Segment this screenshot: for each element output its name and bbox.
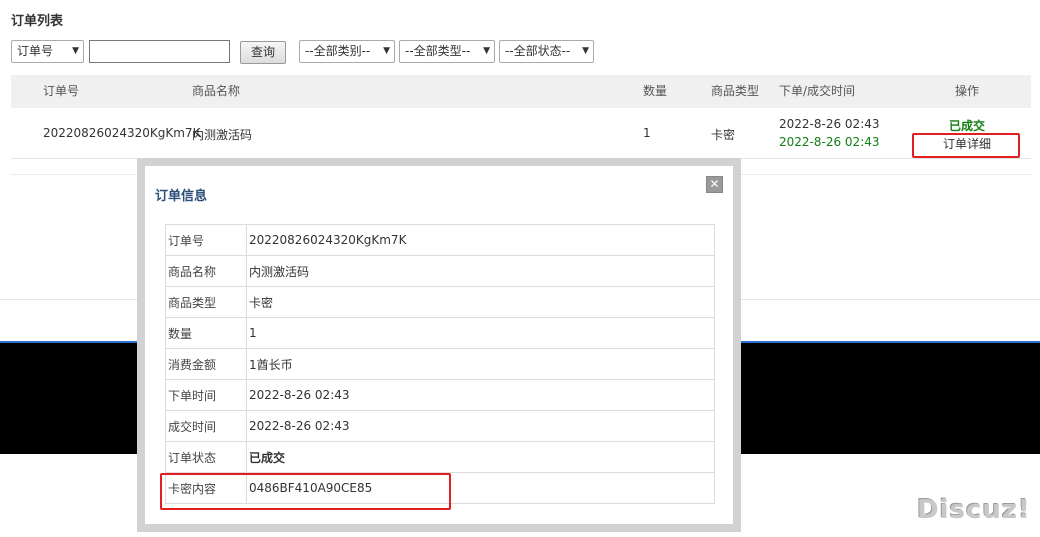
dialog-title: 订单信息 — [155, 189, 208, 204]
query-button[interactable]: 查询 — [240, 41, 286, 64]
cell-quantity: 1 — [643, 126, 651, 140]
info-label: 数量 — [165, 317, 247, 349]
info-row-product-name: 商品名称 内测激活码 — [165, 255, 715, 287]
status-badge: 已成交 — [949, 119, 986, 133]
chevron-down-icon: ▼ — [383, 46, 390, 56]
cell-product-type: 卡密 — [711, 128, 736, 142]
info-value: 2022-8-26 02:43 — [246, 379, 715, 411]
discuz-watermark: Discuz! — [917, 495, 1031, 525]
cell-order-time: 2022-8-26 02:43 — [779, 117, 880, 131]
header-quantity: 数量 — [643, 84, 668, 98]
info-label: 下单时间 — [165, 379, 247, 411]
table-row: 20220826024320KgKm7K 内测激活码 1 卡密 2022-8-2… — [11, 108, 1031, 159]
order-info-table: 订单号 20220826024320KgKm7K 商品名称 内测激活码 商品类型… — [165, 224, 715, 504]
category-select-value: --全部类别-- — [305, 44, 371, 58]
info-label: 订单号 — [165, 224, 247, 256]
search-field-select-value: 订单号 — [17, 44, 54, 58]
info-label: 商品类型 — [165, 286, 247, 318]
info-label: 消费金额 — [165, 348, 247, 380]
status-select-value: --全部状态-- — [505, 44, 571, 58]
info-row-amount: 消费金额 1酋长币 — [165, 348, 715, 380]
info-row-complete-time: 成交时间 2022-8-26 02:43 — [165, 410, 715, 442]
info-value: 内测激活码 — [246, 255, 715, 287]
info-label: 成交时间 — [165, 410, 247, 442]
type-select-value: --全部类型-- — [405, 44, 471, 58]
info-row-status: 订单状态 已成交 — [165, 441, 715, 473]
status-select[interactable]: --全部状态-- ▼ — [499, 40, 594, 63]
table-header: 订单号 商品名称 数量 商品类型 下单/成交时间 操作 — [11, 75, 1031, 108]
card-content-highlight — [160, 473, 451, 510]
info-row-product-type: 商品类型 卡密 — [165, 286, 715, 318]
search-input[interactable] — [89, 40, 230, 63]
info-row-quantity: 数量 1 — [165, 317, 715, 349]
type-select[interactable]: --全部类型-- ▼ — [399, 40, 495, 63]
cell-complete-time: 2022-8-26 02:43 — [779, 135, 880, 149]
info-value: 1 — [246, 317, 715, 349]
detail-link-highlight — [912, 133, 1020, 158]
info-status-value: 已成交 — [246, 441, 715, 473]
close-icon[interactable]: ✕ — [706, 176, 723, 193]
cell-product-name: 内测激活码 — [192, 128, 253, 142]
search-field-select[interactable]: 订单号 ▼ — [11, 40, 84, 63]
page-title: 订单列表 — [11, 14, 64, 29]
chevron-down-icon: ▼ — [582, 46, 589, 56]
chevron-down-icon: ▼ — [72, 46, 79, 56]
info-label: 订单状态 — [165, 441, 247, 473]
info-value: 20220826024320KgKm7K — [246, 224, 715, 256]
header-order-no: 订单号 — [43, 84, 80, 98]
info-row-order-no: 订单号 20220826024320KgKm7K — [165, 224, 715, 256]
category-select[interactable]: --全部类别-- ▼ — [299, 40, 395, 63]
info-label: 商品名称 — [165, 255, 247, 287]
info-value: 2022-8-26 02:43 — [246, 410, 715, 442]
chevron-down-icon: ▼ — [483, 46, 490, 56]
cell-order-no: 20220826024320KgKm7K — [43, 126, 201, 140]
info-value: 卡密 — [246, 286, 715, 318]
info-value: 1酋长币 — [246, 348, 715, 380]
info-row-order-time: 下单时间 2022-8-26 02:43 — [165, 379, 715, 411]
header-product-name: 商品名称 — [192, 84, 241, 98]
header-action: 操作 — [955, 84, 980, 98]
header-time: 下单/成交时间 — [779, 84, 856, 98]
header-product-type: 商品类型 — [711, 84, 760, 98]
